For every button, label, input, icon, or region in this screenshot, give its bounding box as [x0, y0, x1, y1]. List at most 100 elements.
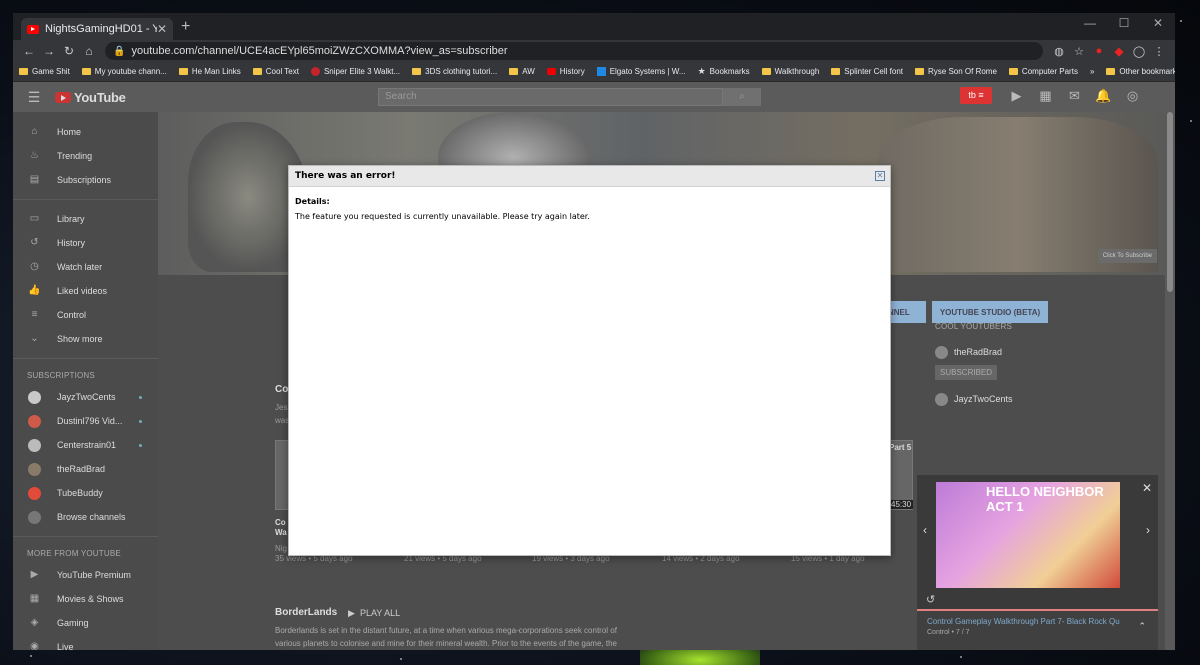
maximize-button[interactable]: ☐	[1107, 13, 1141, 33]
bookmark-label: Ryse Son Of Rome	[928, 67, 997, 76]
subscribed-button[interactable]: SUBSCRIBED	[935, 365, 998, 380]
borderlands-title[interactable]: BorderLands	[275, 607, 337, 618]
messages-icon[interactable]: ✉	[1060, 88, 1089, 104]
sidebar-item[interactable]: ≡ Control	[13, 303, 158, 327]
other-bookmarks-label: Other bookmarks	[1119, 67, 1175, 76]
folder-icon	[761, 68, 771, 75]
notifications-bell-icon[interactable]: 🔔	[1089, 88, 1118, 104]
extension-icon[interactable]: ◍	[1049, 45, 1069, 58]
apps-grid-icon[interactable]: ▦	[1031, 88, 1060, 104]
video-title-1[interactable]: Co	[275, 518, 286, 527]
replay-icon[interactable]: ↺	[926, 593, 935, 606]
bookmark-item[interactable]: 3DS clothing tutori...	[412, 67, 497, 76]
sidebar-item[interactable]: ◈ Gaming	[13, 611, 158, 635]
reload-button[interactable]: ↻	[59, 44, 79, 58]
back-button[interactable]: ←	[19, 44, 39, 58]
play-all-button[interactable]: ▶ PLAY ALL	[348, 608, 400, 619]
sidebar-item[interactable]: ▶ YouTube Premium	[13, 563, 158, 587]
sidebar-item[interactable]: Browse channels	[13, 505, 158, 529]
featured-channel-name: JayzTwoCents	[954, 394, 1013, 404]
featured-channel[interactable]: theRadBrad	[935, 341, 1152, 363]
minimize-button[interactable]: —	[1073, 13, 1107, 33]
new-tab-button[interactable]: +	[181, 18, 190, 36]
bookmark-item[interactable]: Elgato Systems | W...	[596, 67, 686, 76]
bookmark-item[interactable]: ★ Bookmarks	[698, 66, 750, 77]
sidebar-item[interactable]: JayzTwoCents	[13, 385, 158, 409]
close-tab-icon[interactable]: ✕	[157, 22, 167, 36]
video-thumbnail[interactable]	[275, 440, 289, 510]
bookmark-item[interactable]: My youtube chann...	[81, 67, 167, 76]
sidebar-item[interactable]: ♨ Trending	[13, 144, 158, 168]
bookmarks-overflow-button[interactable]: »	[1090, 67, 1094, 76]
browser-toolbar: ← → ↻ ⌂ 🔒 youtube.com/channel/UCE4acEYpl…	[13, 40, 1175, 62]
address-bar[interactable]: 🔒 youtube.com/channel/UCE4acEYpl65moiZWz…	[105, 42, 1043, 60]
sidebar-item-label: Show more	[57, 334, 103, 344]
new-content-dot	[139, 443, 142, 447]
sidebar-item-label: Browse channels	[57, 512, 126, 522]
sidebar-item-label: Liked videos	[57, 286, 108, 296]
sidebar-item[interactable]: ◉ Live	[13, 635, 158, 651]
bookmark-label: Bookmarks	[709, 67, 750, 76]
expand-playlist-icon[interactable]: ⌃	[1138, 621, 1146, 632]
part5-label: Part 5	[889, 443, 912, 452]
folder-icon	[915, 68, 924, 75]
pinterest-icon	[310, 67, 320, 76]
sidebar-item[interactable]: Dustinl796 Vid...	[13, 409, 158, 433]
sidebar-item[interactable]: ▦ Movies & Shows	[13, 587, 158, 611]
click-to-subscribe-watermark[interactable]: Click To Subscribe	[1097, 249, 1157, 263]
create-video-icon[interactable]: ▶	[1002, 88, 1031, 104]
bookmark-item[interactable]: Game Shit	[19, 67, 70, 76]
close-miniplayer-icon[interactable]: ✕	[1142, 481, 1152, 495]
bookmark-item[interactable]: Computer Parts	[1008, 67, 1078, 76]
bookmark-item[interactable]: Cool Text	[252, 67, 299, 76]
bookmark-item[interactable]: Walkthrough	[761, 67, 819, 76]
miniplayer[interactable]: HELLO NEIGHBOR ACT 1 ✕ ‹ › ↺ Control Gam…	[917, 475, 1158, 650]
sidebar-item[interactable]: 👍 Liked videos	[13, 279, 158, 303]
tubebuddy-button[interactable]: tb ≡	[960, 87, 992, 104]
bookmark-item[interactable]: History	[546, 67, 585, 76]
sidebar-item[interactable]: ↺ History	[13, 231, 158, 255]
sidebar-item[interactable]: TubeBuddy	[13, 481, 158, 505]
scrollbar-thumb[interactable]	[1167, 112, 1173, 292]
sidebar-item-label: Movies & Shows	[57, 594, 124, 604]
sidebar-item[interactable]: ◷ Watch later	[13, 255, 158, 279]
sidebar-item[interactable]: ▤ Subscriptions	[13, 168, 158, 192]
bookmark-item[interactable]: AW	[509, 67, 535, 76]
profile-avatar[interactable]: ◯	[1129, 45, 1149, 58]
other-bookmarks[interactable]: Other bookmarks	[1106, 67, 1175, 76]
menu-icon[interactable]: ⋮	[1149, 45, 1169, 58]
tubebuddy-extension-icon[interactable]: ●	[1089, 45, 1109, 57]
window-close-button[interactable]: ✕	[1141, 13, 1175, 33]
sidebar-item[interactable]: ▭ Library	[13, 207, 158, 231]
next-icon[interactable]: ›	[1146, 523, 1150, 537]
miniplayer-title[interactable]: Control Gameplay Walkthrough Part 7- Bla…	[927, 617, 1127, 626]
home-button[interactable]: ⌂	[79, 44, 99, 58]
avatar	[28, 462, 41, 476]
bookmark-label: Computer Parts	[1021, 67, 1078, 76]
hamburger-menu-icon[interactable]: ☰	[13, 89, 55, 106]
page-scrollbar[interactable]	[1165, 112, 1175, 650]
dialog-close-icon[interactable]: ✕	[875, 171, 885, 181]
bookmark-item[interactable]: Sniper Elite 3 Walkt...	[310, 67, 400, 76]
browser-tab[interactable]: NightsGamingHD01 - YouTube ✕	[21, 18, 173, 40]
bookmark-item[interactable]: Splinter Cell font	[831, 67, 903, 76]
bookmark-star-icon[interactable]: ☆	[1069, 45, 1089, 58]
bookmark-item[interactable]: Ryse Son Of Rome	[915, 67, 997, 76]
search-input[interactable]: Search	[378, 88, 723, 106]
forward-button[interactable]: →	[39, 44, 59, 58]
folder-icon	[1008, 68, 1018, 75]
previous-icon[interactable]: ‹	[923, 523, 927, 537]
miniplayer-video[interactable]: HELLO NEIGHBOR ACT 1	[936, 482, 1120, 588]
sidebar-item[interactable]: ⌄ Show more	[13, 327, 158, 351]
search-button[interactable]: ⌕	[723, 88, 761, 106]
sidebar-item[interactable]: Centerstrain01	[13, 433, 158, 457]
account-avatar[interactable]: ◎	[1118, 88, 1147, 104]
video-title-2[interactable]: Wa	[275, 528, 287, 537]
youtube-premium-icon: ▶	[30, 568, 39, 580]
featured-channel[interactable]: JayzTwoCents	[935, 388, 1152, 410]
bookmark-item[interactable]: He Man Links	[178, 67, 241, 76]
sidebar-item[interactable]: ⌂ Home	[13, 120, 158, 144]
extension-badge-icon[interactable]: ◆	[1109, 45, 1129, 58]
youtube-logo[interactable]: YouTube	[55, 90, 126, 105]
sidebar-item[interactable]: theRadBrad	[13, 457, 158, 481]
